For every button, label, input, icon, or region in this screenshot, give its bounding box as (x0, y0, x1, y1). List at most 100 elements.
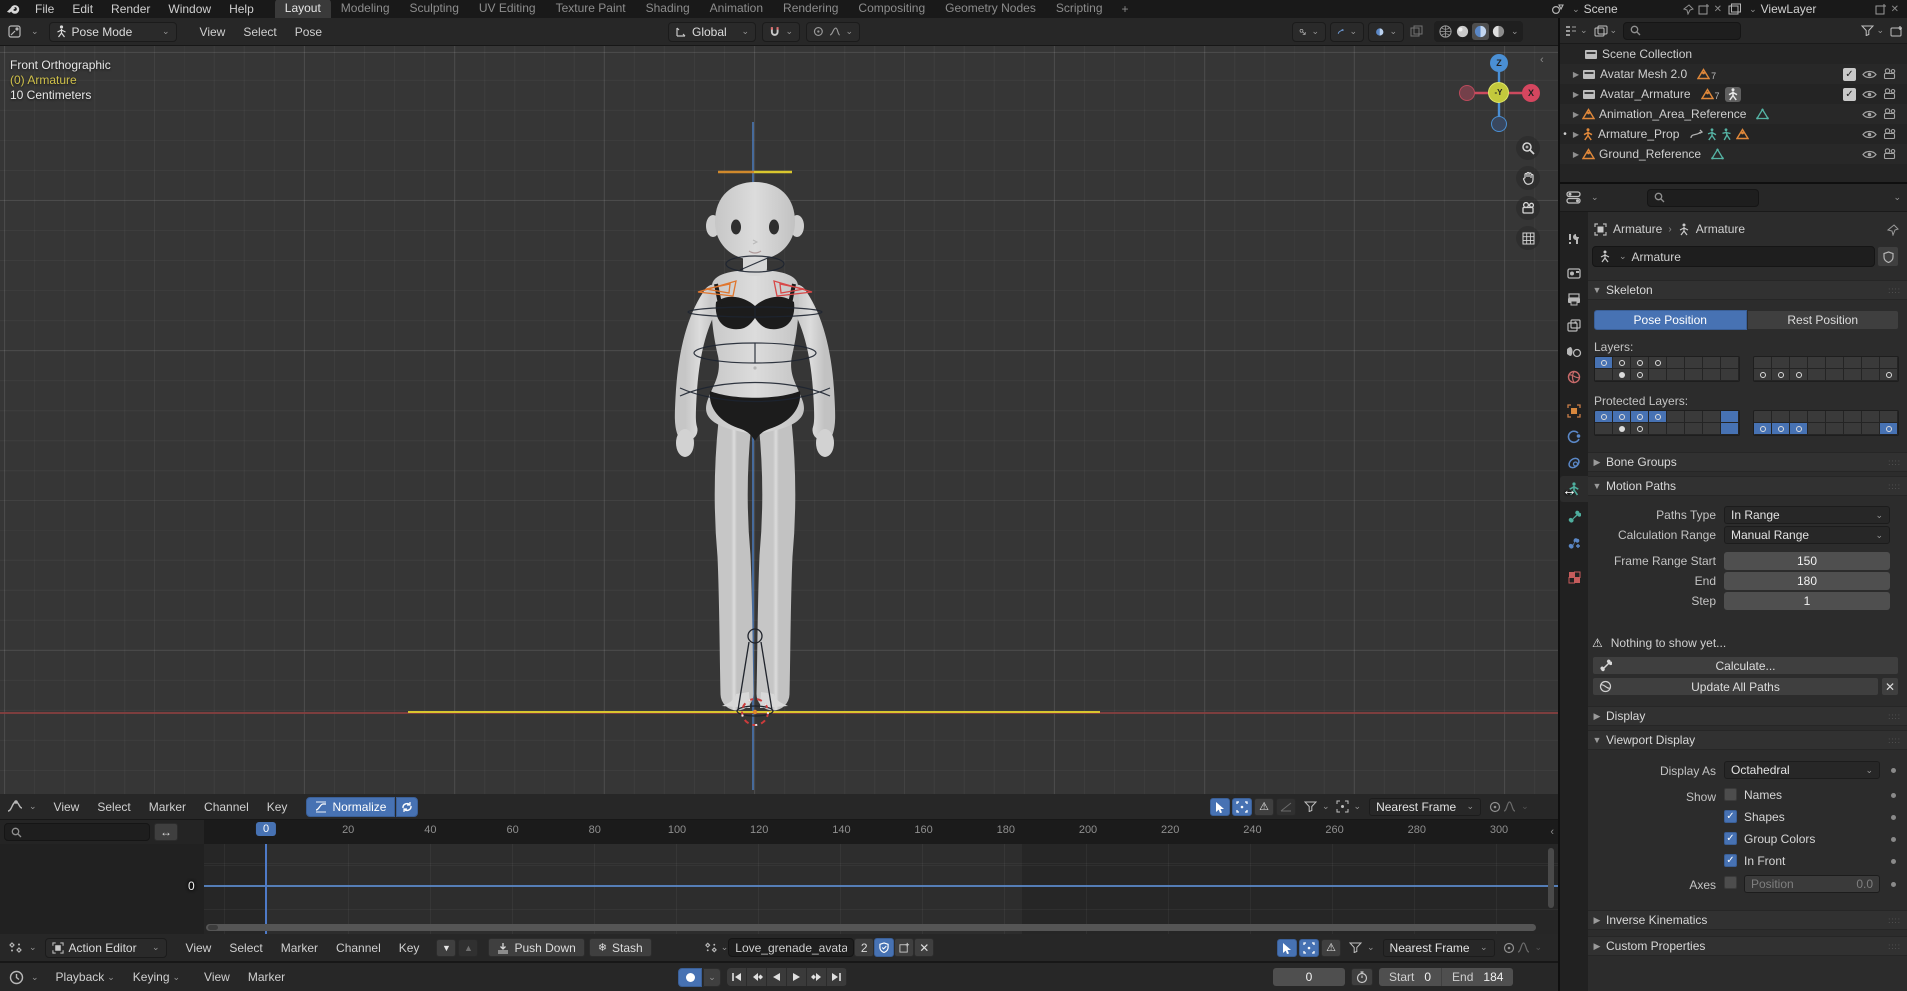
previous-keyframe-button[interactable] (747, 968, 767, 986)
bone-layer-cell[interactable] (1721, 369, 1739, 381)
bone-layer-cell[interactable] (1880, 357, 1898, 369)
panel-bone-groups[interactable]: ▶Bone Groups:::: (1588, 452, 1907, 472)
exclude-checkbox[interactable]: ✓ (1843, 88, 1856, 101)
menu-help[interactable]: Help (220, 2, 263, 16)
animate-dot[interactable] (1891, 859, 1896, 864)
tab-animation[interactable]: Animation (700, 0, 773, 18)
zoom-tool-icon[interactable] (1516, 136, 1540, 160)
play-reverse-button[interactable] (767, 968, 787, 986)
filter-funnel-icon[interactable] (1861, 25, 1874, 36)
datablock-name[interactable]: Armature (1632, 250, 1681, 264)
panel-viewport-display[interactable]: ▼Viewport Display:::: (1588, 730, 1907, 750)
properties-tab-object[interactable] (1560, 398, 1588, 424)
hide-eye-icon[interactable] (1862, 69, 1877, 80)
viewlayer-icon[interactable] (1728, 3, 1742, 15)
panel-inverse-kinematics[interactable]: ▶Inverse Kinematics:::: (1588, 910, 1907, 930)
bone-layer-cell[interactable] (1808, 357, 1826, 369)
bone-layer-cell[interactable] (1685, 357, 1703, 369)
box-select-tool-icon[interactable] (1299, 939, 1319, 957)
bone-layer-cell[interactable] (1754, 369, 1772, 381)
axes-checkbox[interactable] (1724, 876, 1737, 889)
bone-layer-cell[interactable] (1880, 411, 1898, 423)
gizmo-x-neg-axis[interactable] (1459, 85, 1475, 101)
gizmo-z-neg-axis[interactable] (1491, 116, 1507, 132)
graph-menu-channel[interactable]: Channel (195, 800, 258, 814)
normalize-auto-refresh-icon[interactable] (396, 797, 418, 817)
solid-shading-icon[interactable] (1455, 24, 1470, 39)
tab-rendering[interactable]: Rendering (773, 0, 848, 18)
bone-layer-cell[interactable] (1808, 423, 1826, 435)
outliner-filter-display-icon[interactable] (1594, 25, 1608, 37)
bone-layer-cell[interactable] (1826, 369, 1844, 381)
outliner-item-name[interactable]: Armature_Prop (1598, 127, 1679, 141)
outliner-item-name[interactable]: Animation_Area_Reference (1599, 107, 1746, 121)
editor-type-dopesheet-icon[interactable] (4, 941, 26, 954)
proportional-editing-icon[interactable] (1489, 801, 1501, 813)
bone-layer-cell[interactable] (1790, 423, 1808, 435)
outliner-item-name[interactable]: Avatar_Armature (1600, 87, 1691, 101)
bone-layer-cell[interactable] (1826, 411, 1844, 423)
datablock-name-field[interactable]: ⌄ Armature (1592, 246, 1875, 267)
end-value[interactable]: 184 (1483, 970, 1503, 984)
scene-name[interactable]: Scene (1584, 2, 1679, 16)
tweak-tool-icon[interactable] (1277, 939, 1297, 957)
animate-dot[interactable] (1891, 882, 1896, 887)
bone-layer-cell[interactable] (1595, 423, 1613, 435)
properties-tab-output[interactable] (1560, 286, 1588, 312)
disable-render-camera-icon[interactable] (1883, 148, 1897, 160)
bone-layer-cell[interactable] (1613, 423, 1631, 435)
bone-layer-cell[interactable] (1721, 357, 1739, 369)
breadcrumb-data[interactable]: Armature (1696, 222, 1745, 236)
timeline-editor-chevron[interactable]: ⌄ (31, 972, 39, 983)
hide-eye-icon[interactable] (1862, 129, 1877, 140)
outliner-item-name[interactable]: Ground_Reference (1599, 147, 1701, 161)
disable-render-camera-icon[interactable] (1883, 88, 1897, 100)
bone-layer-cell[interactable] (1808, 369, 1826, 381)
meshdata-icon[interactable] (1711, 148, 1724, 160)
menu-edit[interactable]: Edit (63, 2, 102, 16)
bone-layer-cell[interactable] (1631, 357, 1649, 369)
properties-options-chevron[interactable]: ⌄ (1893, 192, 1901, 203)
proportional-editing-icon[interactable] (1503, 942, 1515, 954)
mesh-data-icon[interactable] (1697, 68, 1710, 80)
bone-layer-cell[interactable] (1880, 369, 1898, 381)
toggle-orthographic-icon[interactable] (1516, 226, 1540, 250)
graph-menu-key[interactable]: Key (258, 800, 297, 814)
bone-layer-cell[interactable] (1826, 357, 1844, 369)
use-preview-range-stopwatch-button[interactable] (1351, 968, 1373, 986)
dopesheet-menu-channel[interactable]: Channel (327, 941, 390, 955)
outliner-item-name[interactable]: Avatar Mesh 2.0 (1600, 67, 1687, 81)
meshdata-icon[interactable] (1756, 108, 1769, 120)
menu-file[interactable]: File (26, 2, 63, 16)
filter-funnel-icon[interactable] (1349, 942, 1362, 953)
bone-layer-cell[interactable] (1790, 411, 1808, 423)
new-scene-icon[interactable] (1698, 3, 1710, 15)
tab-compositing[interactable]: Compositing (848, 0, 935, 18)
move-action-up-button[interactable]: ▲ (458, 939, 478, 957)
editor-type-properties-icon[interactable] (1566, 191, 1582, 204)
graph-editor-chevron[interactable]: ⌄ (29, 801, 37, 812)
properties-tab-scene[interactable] (1560, 338, 1588, 364)
outliner-item-name[interactable]: Scene Collection (1602, 47, 1692, 61)
snap-toggle[interactable]: ⌄ (762, 22, 800, 42)
outliner-row[interactable]: ▶Avatar Mesh 2.07✓ (1560, 64, 1907, 84)
dopesheet-menu-view[interactable]: View (177, 941, 221, 955)
bone-layer-cell[interactable] (1631, 411, 1649, 423)
pivot-chevron[interactable]: ⌄ (1354, 801, 1362, 812)
update-all-paths-button[interactable]: Update All Paths (1592, 677, 1879, 696)
outliner-row[interactable]: ▶Avatar_Armature7✓ (1560, 84, 1907, 104)
wireframe-shading-icon[interactable] (1438, 24, 1453, 39)
stash-button[interactable]: ❄ Stash (589, 938, 652, 957)
material-shading-icon[interactable] (1472, 23, 1489, 40)
properties-tab-tool[interactable] (1560, 226, 1588, 252)
bone-layer-cell[interactable] (1862, 411, 1880, 423)
disable-render-camera-icon[interactable] (1883, 128, 1897, 140)
bone-layer-cell[interactable] (1721, 411, 1739, 423)
bone-layer-cell[interactable] (1790, 369, 1808, 381)
falloff-chevron[interactable]: ⌄ (1521, 801, 1529, 812)
bone-layer-cell[interactable] (1667, 423, 1685, 435)
current-frame-badge[interactable]: 0 (256, 822, 276, 836)
bone-layer-cell[interactable] (1613, 357, 1631, 369)
tab-texture-paint[interactable]: Texture Paint (546, 0, 636, 18)
action-name-field[interactable]: Love_grenade_avatar (728, 938, 854, 957)
